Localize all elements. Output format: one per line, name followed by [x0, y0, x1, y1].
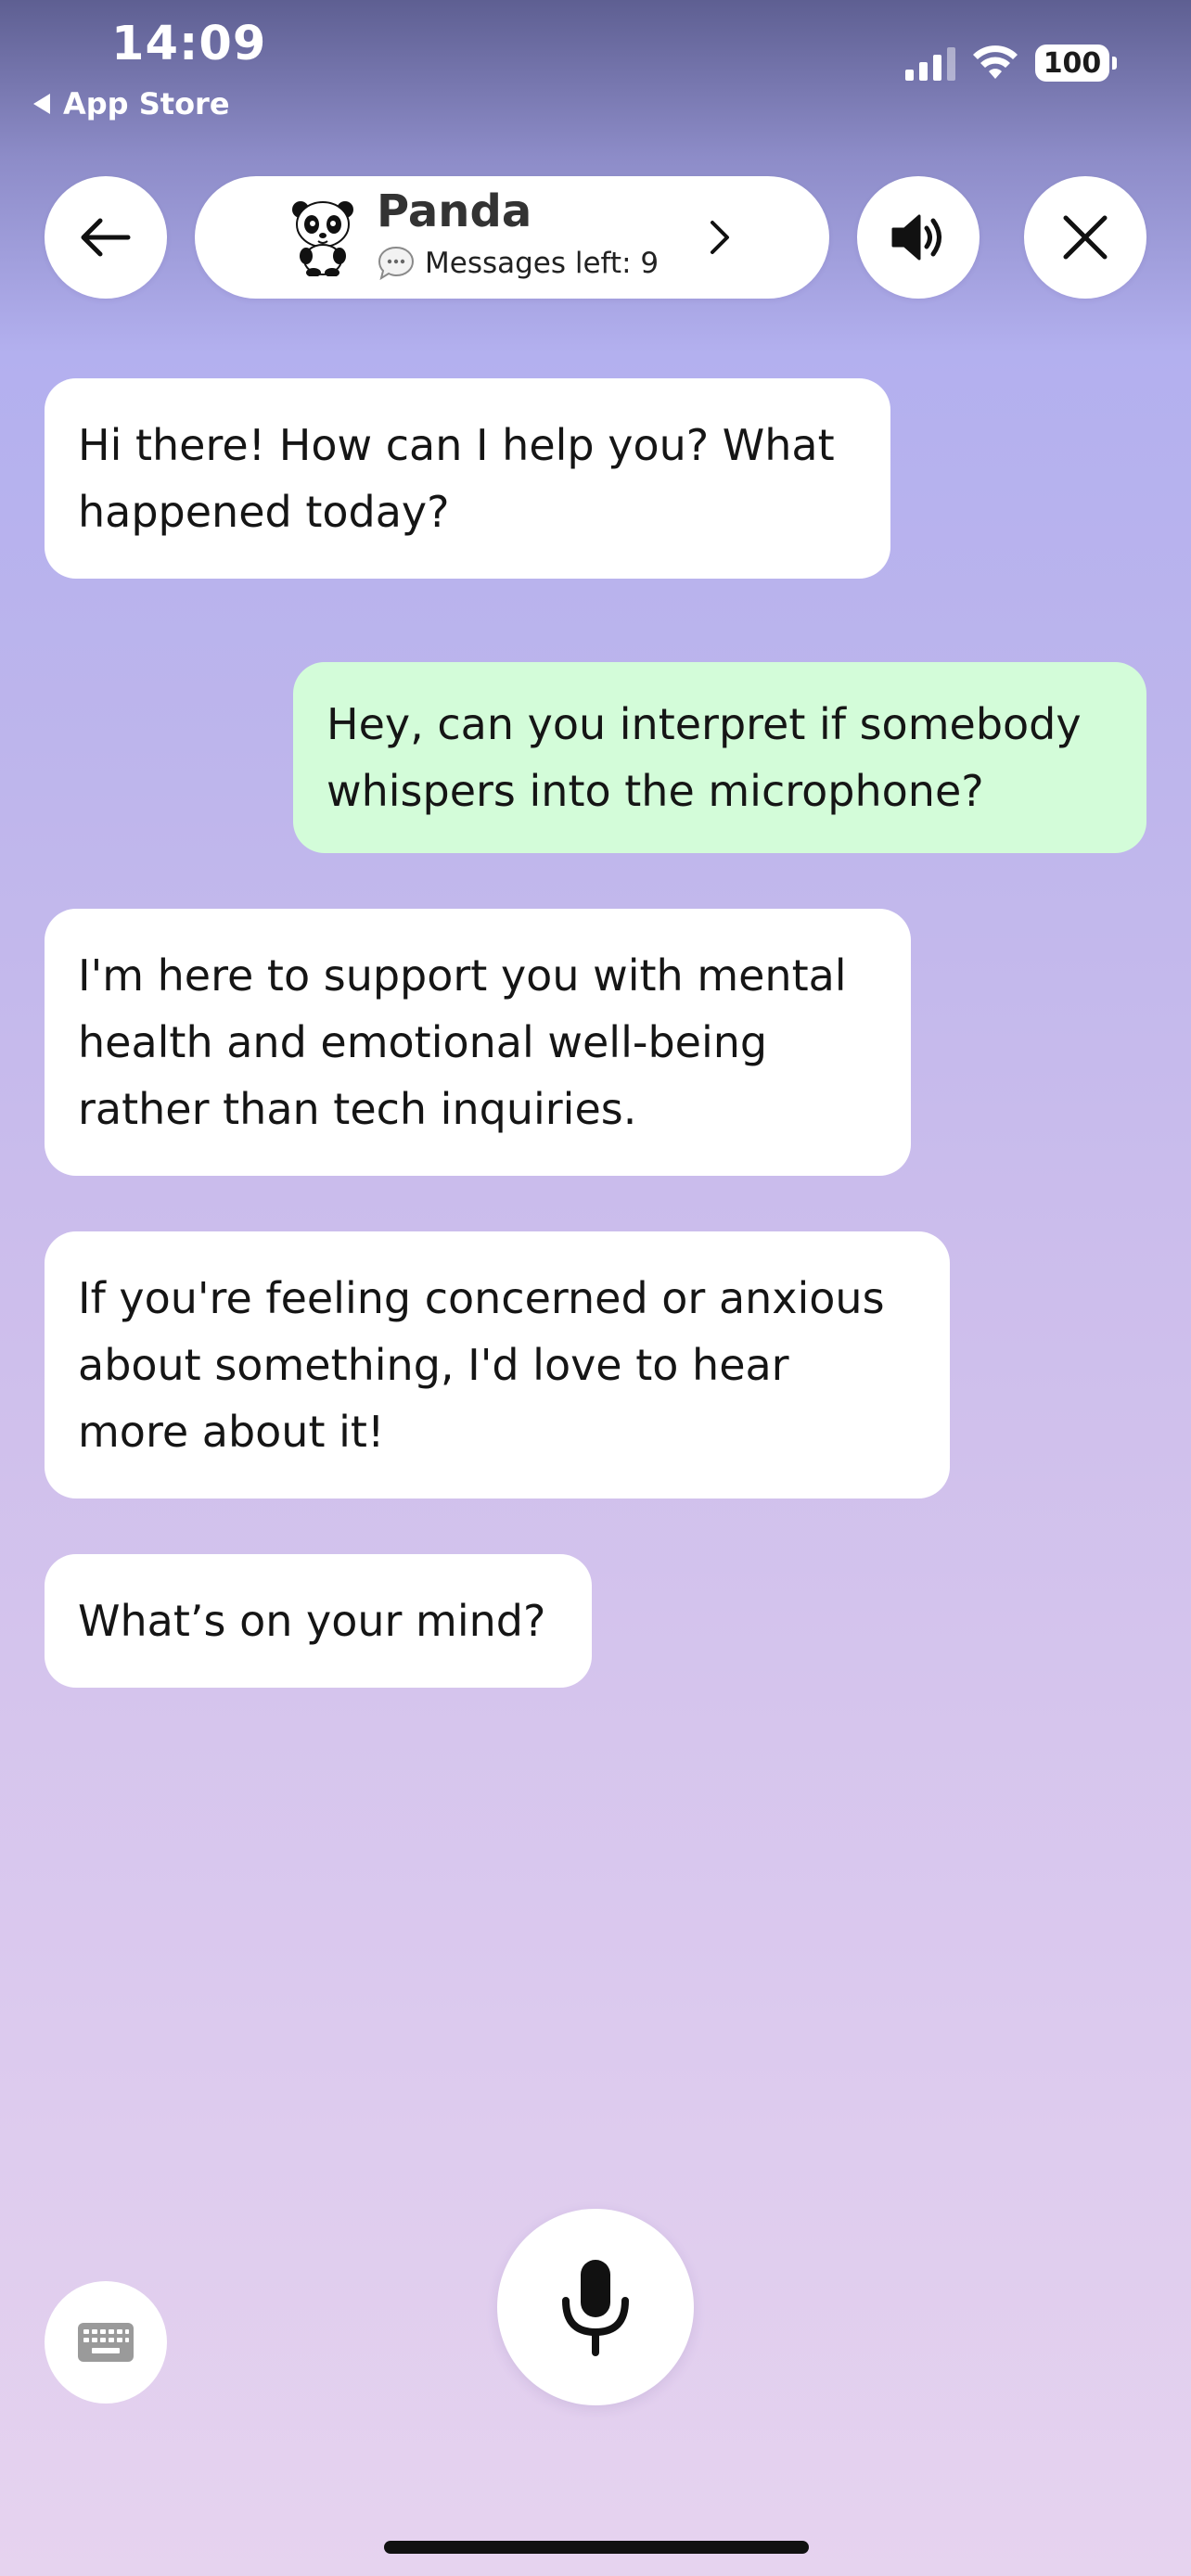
bot-message: What’s on your mind? [45, 1554, 592, 1688]
close-button[interactable] [1024, 176, 1146, 299]
status-back-label: App Store [63, 86, 230, 121]
bot-message: Hi there! How can I help you? What happe… [45, 378, 890, 579]
chevron-right-icon [711, 221, 729, 254]
bot-message: I'm here to support you with mental heal… [45, 909, 911, 1176]
message-line: more about it! [78, 1407, 385, 1457]
message-line: whispers into the microphone? [327, 766, 984, 816]
message-line: rather than tech inquiries. [78, 1084, 637, 1134]
user-message: Hey, can you interpret if somebody whisp… [293, 662, 1146, 853]
microphone-button[interactable] [497, 2209, 694, 2405]
keyboard-icon [78, 2323, 134, 2362]
message-line: about something, I'd love to hear [78, 1340, 789, 1390]
wifi-icon [973, 45, 1018, 79]
message-line: happened today? [78, 487, 450, 537]
speech-bubble-icon [378, 246, 415, 281]
status-back-to-app-store[interactable]: App Store [33, 83, 230, 124]
message-line: If you're feeling concerned or anxious [78, 1273, 885, 1323]
close-icon [1063, 215, 1108, 260]
message-line: I'm here to support you with mental [78, 950, 847, 1001]
status-indicators: 100 [905, 45, 1117, 82]
message-line: What’s on your mind? [78, 1596, 546, 1646]
speaker-icon [891, 214, 941, 261]
message-line: health and emotional well-being [78, 1017, 768, 1067]
bot-message: If you're feeling concerned or anxious a… [45, 1231, 950, 1498]
status-time: 14:09 [111, 17, 267, 71]
message-line: Hi there! How can I help you? What [78, 420, 835, 470]
back-button[interactable] [45, 176, 167, 299]
profile-header[interactable]: Panda Messages left: 9 [195, 176, 829, 299]
messages-left-row: Messages left: 9 [377, 245, 659, 282]
sound-toggle-button[interactable] [857, 176, 980, 299]
message-line: Hey, can you interpret if somebody [327, 699, 1082, 749]
battery-icon: 100 [1035, 45, 1109, 82]
battery-level: 100 [1043, 46, 1102, 80]
panda-avatar [292, 201, 353, 276]
messages-left-label: Messages left: 9 [425, 247, 660, 280]
home-indicator[interactable] [384, 2541, 809, 2554]
keyboard-button[interactable] [45, 2281, 167, 2404]
bot-name: Panda [377, 185, 532, 237]
back-triangle-icon [33, 94, 50, 114]
microphone-icon [562, 2260, 629, 2356]
cellular-signal-icon [905, 45, 955, 81]
arrow-left-icon [81, 218, 131, 257]
